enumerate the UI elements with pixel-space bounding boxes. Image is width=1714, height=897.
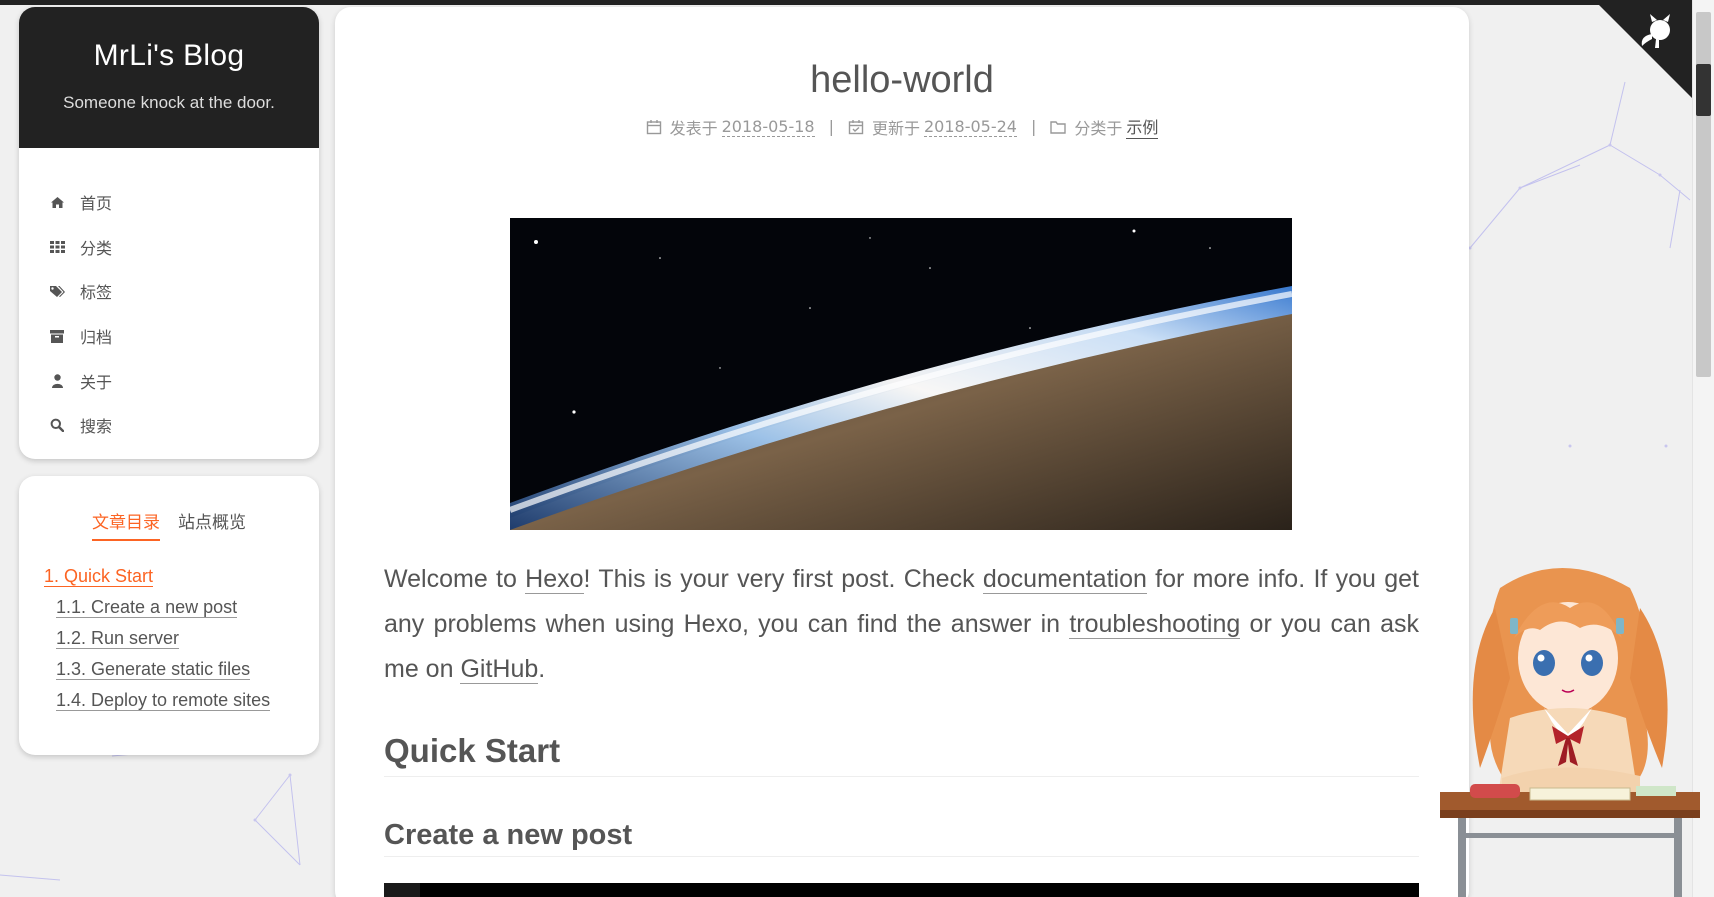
menu-item-label: 首页 [80, 194, 113, 214]
menu-item-home[interactable]: 首页 [19, 180, 319, 225]
archive-icon [46, 328, 68, 344]
updated-label: 更新于 [871, 118, 920, 138]
tab-toc[interactable]: 文章目录 [92, 508, 160, 541]
category-link[interactable]: 示例 [1126, 114, 1159, 139]
heading-quick-start: Quick Start [384, 732, 1419, 777]
folder-icon [1050, 120, 1067, 134]
toc-list: 1. Quick Start 1.1. Create a new post 1.… [19, 541, 319, 716]
toc-item[interactable]: 1. Quick Start [44, 561, 319, 592]
paragraph-text: . [538, 655, 546, 683]
github-link[interactable]: GitHub [460, 655, 539, 684]
toc-tabs: 文章目录 站点概览 [19, 476, 319, 541]
category-label: 分类于 [1074, 118, 1123, 138]
toc-item[interactable]: 1.3. Generate static files [44, 654, 319, 685]
toc-item-label[interactable]: 1.1. Create a new post [56, 597, 238, 618]
paragraph-text: Welcome to [384, 565, 526, 593]
site-title[interactable]: MrLi's Blog [19, 39, 319, 73]
post-title[interactable]: hello-world [335, 59, 1469, 102]
post-hero-image [510, 218, 1292, 530]
updated-date[interactable]: 2018-05-24 [924, 117, 1017, 137]
calendar-check-icon [848, 119, 864, 134]
tags-icon [46, 283, 68, 299]
post-paragraph: Welcome to Hexo! This is your very first… [384, 557, 1419, 692]
menu-item-tags[interactable]: 标签 [19, 269, 319, 314]
posted-date[interactable]: 2018-05-18 [721, 117, 815, 137]
calendar-icon [646, 119, 661, 134]
tab-overview[interactable]: 站点概览 [178, 508, 246, 541]
menu-item-search[interactable]: 搜索 [19, 403, 319, 448]
search-icon [46, 417, 68, 433]
menu-item-label: 关于 [80, 372, 113, 392]
meta-separator: | [1030, 117, 1037, 136]
toc-item-label[interactable]: 1.3. Generate static files [56, 659, 251, 680]
documentation-link[interactable]: documentation [982, 565, 1147, 594]
toc-item-label[interactable]: 1.4. Deploy to remote sites [56, 690, 271, 711]
th-icon [46, 239, 68, 255]
post-meta: 发表于 2018-05-18 | 更新于 2018-05-24 | 分类于 示例 [335, 114, 1469, 139]
menu-item-categories[interactable]: 分类 [19, 225, 319, 270]
meta-separator: | [828, 117, 834, 136]
posted-label: 发表于 [669, 118, 718, 138]
toc-item[interactable]: 1.4. Deploy to remote sites [44, 685, 319, 716]
home-icon [46, 194, 68, 210]
github-corner-icon[interactable] [1594, 0, 1692, 98]
hexo-link[interactable]: Hexo [525, 565, 584, 594]
paragraph-text: ! This is your very first post. Check [583, 565, 983, 593]
toc-item[interactable]: 1.2. Run server [44, 623, 319, 654]
post-card: hello-world 发表于 2018-05-18 | 更新于 2018-05… [335, 7, 1469, 897]
menu-item-archives[interactable]: 归档 [19, 314, 319, 359]
site-brand: MrLi's Blog Someone knock at the door. [19, 7, 319, 148]
live2d-mascot[interactable] [1440, 548, 1700, 897]
menu-item-label: 标签 [80, 283, 113, 303]
site-subtitle: Someone knock at the door. [63, 93, 275, 112]
toc-item-label[interactable]: 1. Quick Start [44, 566, 154, 587]
menu-item-label: 搜索 [80, 417, 113, 437]
menu-item-label: 归档 [80, 328, 113, 348]
toc-item-label[interactable]: 1.2. Run server [56, 628, 180, 649]
code-gutter [384, 883, 420, 897]
code-block [384, 883, 1419, 897]
heading-create-post: Create a new post [384, 819, 1419, 857]
back-to-top-widget[interactable] [1696, 64, 1711, 116]
toc-card: 文章目录 站点概览 1. Quick Start 1.1. Create a n… [19, 476, 319, 755]
menu-item-about[interactable]: 关于 [19, 358, 319, 403]
toc-item[interactable]: 1.1. Create a new post [44, 592, 319, 623]
menu-item-label: 分类 [80, 238, 113, 258]
site-nav: 首页 分类 标签 归档 关于 搜索 [19, 148, 319, 448]
user-icon [46, 373, 68, 389]
troubleshooting-link[interactable]: troubleshooting [1069, 610, 1241, 639]
sidebar-card: MrLi's Blog Someone knock at the door. 首… [19, 7, 319, 459]
